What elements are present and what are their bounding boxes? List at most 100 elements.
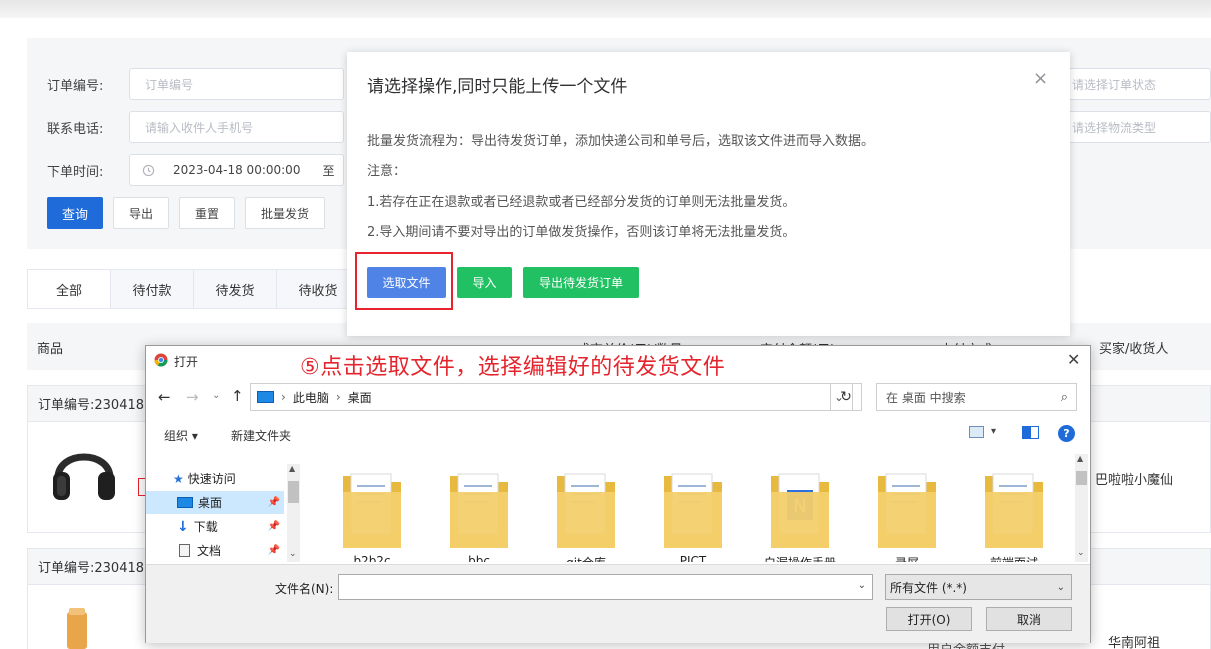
date-range-input[interactable]: 2023-04-18 00:00:00 至 (129, 154, 344, 186)
desktop-icon (177, 497, 193, 508)
nav-pane: ★ 快速访问 桌面 📌 ↓ 下载 📌 文档 📌 (146, 464, 301, 564)
search-placeholder: 在 桌面 中搜索 (886, 390, 966, 405)
organize-menu[interactable]: 组织 ▾ (164, 427, 198, 444)
scroll-down-icon[interactable]: ⌄ (289, 549, 297, 559)
nav-item-desktop[interactable]: 桌面 📌 (146, 491, 284, 514)
download-icon: ↓ (177, 518, 189, 535)
forward-arrow-icon[interactable]: → (186, 388, 199, 406)
refresh-icon[interactable]: ↻ (830, 383, 862, 411)
time-label: 下单时间: (47, 165, 104, 180)
batch-ship-modal: 请选择操作,同时只能上传一个文件 × 批量发货流程为：导出待发货订单，添加快递公… (347, 52, 1070, 336)
chevron-right-icon: › (281, 390, 286, 404)
export-pending-orders-button[interactable]: 导出待发货订单 (523, 267, 639, 298)
close-icon[interactable]: ✕ (1067, 350, 1080, 369)
cancel-button[interactable]: 取消 (986, 607, 1072, 631)
order-no-input[interactable]: 订单编号 (129, 68, 344, 100)
nav-item-quick-access[interactable]: ★ 快速访问 (173, 467, 236, 490)
help-icon[interactable]: ? (1058, 425, 1075, 442)
folder-icon: N (771, 473, 829, 548)
import-button[interactable]: 导入 (457, 267, 512, 298)
reset-button[interactable]: 重置 (179, 197, 235, 229)
chrome-icon (154, 353, 168, 367)
path-desktop[interactable]: 桌面 (348, 389, 372, 406)
scroll-up-icon[interactable]: ▲ (1077, 454, 1083, 463)
cosmetic-product-image (67, 608, 87, 649)
open-button[interactable]: 打开(O) (886, 607, 972, 631)
order-tabs: 全部 待付款 待发货 待收货 (27, 269, 361, 309)
tab-pending-payment[interactable]: 待付款 (111, 270, 194, 308)
modal-title: 请选择操作,同时只能上传一个文件 (367, 77, 628, 97)
back-arrow-icon[interactable]: ← (158, 388, 171, 406)
export-button[interactable]: 导出 (113, 197, 169, 229)
folder-item[interactable]: git仓库 (538, 454, 634, 562)
folder-icon (450, 473, 508, 548)
preview-pane-icon[interactable] (1022, 426, 1039, 439)
tab-all[interactable]: 全部 (28, 270, 111, 308)
filetype-select[interactable]: 所有文件 (*.*) ⌄ (885, 574, 1072, 600)
pin-icon: 📌 (267, 545, 280, 556)
view-mode-icon[interactable] (969, 426, 984, 438)
this-pc-icon (257, 391, 274, 403)
modal-note-2: 2.导入期间请不要对导出的订单做发货操作，否则该订单将无法批量发货。 (367, 225, 796, 240)
nav-label: 桌面 (198, 496, 223, 510)
phone-label: 联系电话: (47, 122, 104, 137)
folder-label: b2b2c (353, 554, 391, 562)
logistics-type-select[interactable]: 请选择物流类型 (1056, 111, 1211, 143)
chevron-down-icon: ⌄ (1056, 581, 1065, 593)
clock-icon (142, 164, 155, 176)
folder-icon (985, 473, 1043, 548)
file-scrollbar[interactable] (1075, 454, 1088, 562)
folder-label: PICT (679, 554, 707, 562)
top-bar (0, 0, 1211, 18)
chevron-right-icon: › (335, 390, 341, 404)
col-product: 商品 (37, 342, 64, 357)
new-folder-button[interactable]: 新建文件夹 (231, 427, 291, 444)
search-input[interactable]: 在 桌面 中搜索 ⌕ (876, 383, 1077, 411)
tab-pending-shipment[interactable]: 待发货 (194, 270, 277, 308)
scroll-up-icon[interactable]: ▲ (289, 464, 295, 473)
folder-icon (557, 473, 615, 548)
buyer-name: 巴啦啦小魔仙 (1095, 473, 1174, 488)
folder-label: 录屏 (862, 554, 952, 562)
chevron-down-icon[interactable]: ⌄ (858, 580, 866, 591)
order-number: 订单编号:230418 (38, 398, 145, 413)
annotation-text: ⑤点击选取文件，选择编辑好的待发货文件 (300, 355, 726, 380)
nav-item-documents[interactable]: 文档 📌 (146, 539, 284, 562)
nav-label: 快速访问 (187, 472, 236, 486)
folder-item[interactable]: bbc (431, 454, 527, 562)
folder-item[interactable]: 录屏 (859, 454, 955, 562)
folder-item[interactable]: b2b2c (324, 454, 420, 562)
scroll-down-icon[interactable]: ⌄ (1077, 548, 1085, 558)
order-status-select[interactable]: 请选择订单状态 (1056, 68, 1211, 100)
nav-label: 文档 (197, 544, 222, 558)
folder-icon (664, 473, 722, 548)
query-button[interactable]: 查询 (47, 197, 103, 229)
folder-label: bbc (468, 554, 490, 562)
filename-input[interactable]: ⌄ (338, 574, 873, 600)
close-icon[interactable]: × (1033, 68, 1048, 89)
address-bar[interactable]: › 此电脑 › 桌面 ⌄ (250, 383, 853, 411)
folder-icon (878, 473, 936, 548)
chevron-down-icon[interactable]: ▾ (991, 426, 996, 437)
path-this-pc[interactable]: 此电脑 (293, 389, 329, 406)
filename-label: 文件名(N): (275, 582, 334, 596)
phone-input[interactable]: 请输入收件人手机号 (129, 111, 344, 143)
col-buyer: 买家/收货人 (1099, 342, 1169, 357)
nav-scrollbar-thumb[interactable] (288, 481, 299, 503)
batch-ship-button[interactable]: 批量发货 (245, 197, 325, 229)
order-number: 订单编号:230418 (38, 561, 145, 576)
folder-label: 前端面试 (969, 554, 1059, 562)
up-arrow-icon[interactable]: ↑ (231, 387, 244, 405)
file-open-dialog: 打开 ✕ ← → ⌄ ↑ › 此电脑 › 桌面 ⌄ ↻ 在 桌面 中搜索 ⌕ 组… (145, 345, 1091, 643)
file-scrollbar-thumb[interactable] (1076, 471, 1087, 485)
recent-dropdown-icon[interactable]: ⌄ (212, 390, 220, 401)
folder-item[interactable]: N 白漏操作手册 (752, 454, 848, 562)
nav-item-downloads[interactable]: ↓ 下载 📌 (146, 515, 284, 538)
folder-item[interactable]: 前端面试 (966, 454, 1062, 562)
nav-scrollbar[interactable] (287, 464, 300, 562)
order-no-label: 订单编号: (47, 79, 104, 94)
folder-label: 白漏操作手册 (755, 554, 845, 562)
dialog-title: 打开 (174, 355, 199, 369)
folder-item[interactable]: PICT (645, 454, 741, 562)
filetype-value: 所有文件 (*.*) (890, 580, 967, 595)
